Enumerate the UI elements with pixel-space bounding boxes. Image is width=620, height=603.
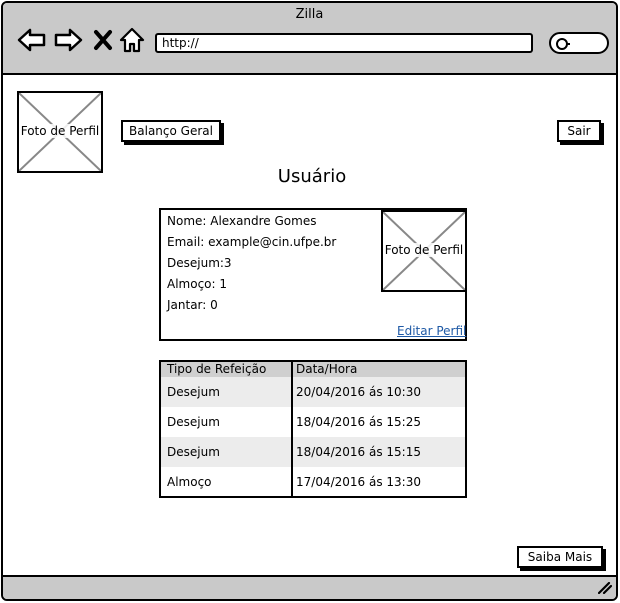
meals-table: Tipo de Refeição Data/Hora Desejum 20/04… [159,360,467,498]
table-row: Desejum 18/04/2016 ás 15:25 [161,407,465,437]
profile-image-header: Foto de Perfil [17,91,103,173]
browser-window: Zilla http:// Foto de Perfil Balanço Ger… [1,1,618,601]
meal-datetime-cell: 18/04/2016 ás 15:25 [296,415,421,429]
home-icon[interactable] [119,27,145,53]
column-divider [291,362,293,496]
lunch-count: Almoço: 1 [167,277,228,291]
meal-type-cell: Desejum [167,445,220,459]
column-header-type: Tipo de Refeição [167,362,267,376]
back-icon[interactable] [17,27,47,53]
table-row: Almoço 17/04/2016 ás 13:30 [161,467,465,497]
window-title: Zilla [295,7,324,22]
profile-image-label: Foto de Perfil [383,243,465,257]
meal-type-cell: Desejum [167,385,220,399]
browser-toolbar: Zilla http:// [3,3,616,75]
page-title: Usuário [277,166,347,187]
browser-search-box[interactable] [549,32,609,54]
balance-button[interactable]: Balanço Geral [121,120,221,142]
user-email: Email: example@cin.ufpe.br [167,235,337,249]
search-icon [556,38,570,50]
table-header: Tipo de Refeição Data/Hora [161,362,465,377]
breakfast-count: Desejum:3 [167,256,232,270]
edit-profile-link[interactable]: Editar Perfil [397,324,466,338]
dinner-count: Jantar: 0 [167,298,218,312]
url-input[interactable]: http:// [155,33,533,53]
meal-datetime-cell: 18/04/2016 ás 15:15 [296,445,421,459]
profile-image-card: Foto de Perfil [381,210,467,292]
status-bar [3,575,616,599]
close-icon[interactable] [93,27,113,53]
more-info-button[interactable]: Saiba Mais [517,546,603,568]
forward-icon[interactable] [53,27,83,53]
profile-image-label: Foto de Perfil [19,124,101,138]
meal-datetime-cell: 20/04/2016 ás 10:30 [296,385,421,399]
profile-card: Nome: Alexandre Gomes Email: example@cin… [159,208,467,341]
meal-datetime-cell: 17/04/2016 ás 13:30 [296,475,421,489]
logout-button[interactable]: Sair [557,120,601,142]
table-row: Desejum 18/04/2016 ás 15:15 [161,437,465,467]
resize-grip-icon[interactable] [598,582,612,594]
table-row: Desejum 20/04/2016 ás 10:30 [161,377,465,407]
meal-type-cell: Desejum [167,415,220,429]
meal-type-cell: Almoço [167,475,212,489]
column-header-datetime: Data/Hora [296,362,358,376]
user-name: Nome: Alexandre Gomes [167,214,317,228]
